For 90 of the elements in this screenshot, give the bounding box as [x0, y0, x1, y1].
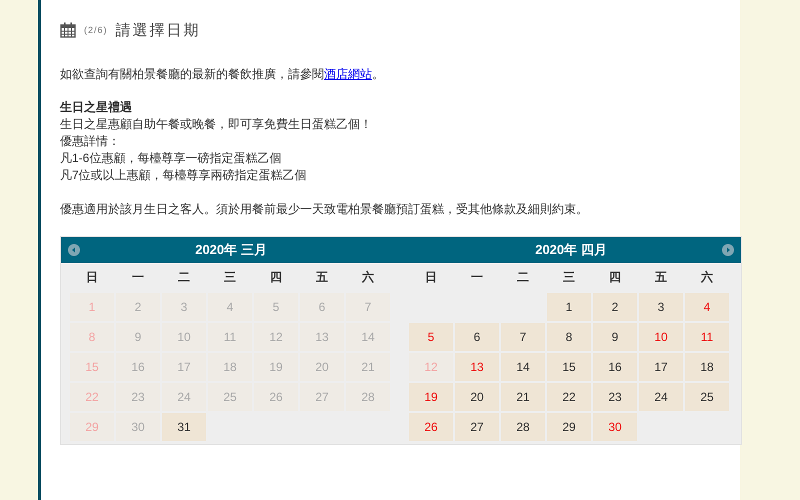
weekday-label: 五	[654, 268, 668, 286]
date-cell[interactable]: 20	[455, 383, 499, 411]
weekday-label: 一	[470, 268, 484, 286]
date-cell[interactable]: 9	[593, 323, 637, 351]
date-cell[interactable]: 25	[685, 383, 729, 411]
date-cell: 22	[70, 383, 114, 411]
date-cell: 10	[162, 323, 206, 351]
date-cell: 2	[116, 293, 160, 321]
month-title: 2020年 三月	[195, 241, 267, 259]
date-cell[interactable]: 27	[455, 413, 499, 441]
weekday-label: 二	[177, 268, 191, 286]
weekday-label: 五	[315, 268, 329, 286]
date-cell: 16	[116, 353, 160, 381]
date-cell: 14	[346, 323, 390, 351]
offer-text: 凡7位或以上惠顧，每檯尊享兩磅指定蛋糕乙個	[60, 167, 308, 184]
date-cell[interactable]: 7	[501, 323, 545, 351]
date-cell[interactable]: 8	[547, 323, 591, 351]
date-cell[interactable]: 22	[547, 383, 591, 411]
date-cell: 7	[346, 293, 390, 321]
date-cell: 18	[208, 353, 252, 381]
month-title: 2020年 四月	[535, 241, 607, 259]
step-counter: (2/6)	[84, 25, 108, 35]
next-month-icon[interactable]	[722, 244, 734, 256]
date-cell: 3	[162, 293, 206, 321]
date-cell[interactable]: 19	[409, 383, 453, 411]
weekday-label: 二	[516, 268, 530, 286]
date-cell: 24	[162, 383, 206, 411]
date-cell[interactable]: 4	[685, 293, 729, 321]
date-cell[interactable]: 5	[409, 323, 453, 351]
hotel-website-link[interactable]: 酒店網站	[324, 67, 372, 81]
date-cell[interactable]: 28	[501, 413, 545, 441]
date-cell[interactable]: 23	[593, 383, 637, 411]
date-cell: 12	[409, 353, 453, 381]
previous-month-icon[interactable]	[68, 244, 80, 256]
date-cell[interactable]: 3	[639, 293, 683, 321]
date-cell[interactable]: 11	[685, 323, 729, 351]
date-cell: 5	[254, 293, 298, 321]
offer-text: 優惠詳情：	[60, 133, 121, 150]
date-cell: 25	[208, 383, 252, 411]
date-cell[interactable]: 18	[685, 353, 729, 381]
intro-text: 如欲查詢有關柏景餐廳的最新的餐飲推廣，請參閱酒店網站。	[60, 66, 385, 83]
date-cell[interactable]: 31	[162, 413, 206, 441]
weekday-label: 日	[424, 268, 438, 286]
weekday-label: 一	[131, 268, 145, 286]
date-cell[interactable]: 21	[501, 383, 545, 411]
date-cell: 9	[116, 323, 160, 351]
terms-note: 優惠適用於該月生日之客人。須於用餐前最少一天致電柏景餐廳預訂蛋糕，受其他條款及細則約束。	[60, 201, 589, 218]
date-cell[interactable]: 30	[593, 413, 637, 441]
date-cell: 12	[254, 323, 298, 351]
date-cell: 13	[300, 323, 344, 351]
date-cell[interactable]: 29	[547, 413, 591, 441]
date-cell[interactable]: 2	[593, 293, 637, 321]
page-title: 請選擇日期	[116, 20, 201, 40]
date-cell: 21	[346, 353, 390, 381]
date-cell[interactable]: 10	[639, 323, 683, 351]
date-cell[interactable]: 1	[547, 293, 591, 321]
date-cell: 17	[162, 353, 206, 381]
date-cell: 15	[70, 353, 114, 381]
date-cell[interactable]: 14	[501, 353, 545, 381]
weekday-label: 三	[223, 268, 237, 286]
date-cell: 30	[116, 413, 160, 441]
date-cell: 23	[116, 383, 160, 411]
weekday-label: 日	[85, 268, 99, 286]
date-cell: 27	[300, 383, 344, 411]
date-cell: 19	[254, 353, 298, 381]
date-cell: 20	[300, 353, 344, 381]
offer-text: 凡1-6位惠顧，每檯尊享一磅指定蛋糕乙個	[60, 150, 282, 167]
date-cell[interactable]: 26	[409, 413, 453, 441]
date-cell[interactable]: 17	[639, 353, 683, 381]
weekday-label: 六	[360, 268, 375, 286]
weekday-label: 三	[562, 268, 576, 286]
date-cell[interactable]: 24	[639, 383, 683, 411]
weekday-label: 四	[608, 268, 622, 286]
date-cell: 6	[300, 293, 344, 321]
weekday-label: 六	[700, 268, 714, 286]
date-cell: 11	[208, 323, 252, 351]
date-cell[interactable]: 6	[455, 323, 499, 351]
date-cell: 4	[208, 293, 252, 321]
calendar-icon	[60, 22, 76, 38]
offer-heading: 生日之星禮遇	[60, 99, 133, 116]
date-cell: 1	[70, 293, 114, 321]
date-cell[interactable]: 16	[593, 353, 637, 381]
date-cell: 29	[70, 413, 114, 441]
offer-text: 生日之星惠顧自助午餐或晚餐，即可享免費生日蛋糕乙個！	[60, 116, 373, 133]
weekday-label: 四	[269, 268, 283, 286]
date-cell[interactable]: 13	[455, 353, 499, 381]
date-cell[interactable]: 15	[547, 353, 591, 381]
date-cell: 8	[70, 323, 114, 351]
date-cell: 26	[254, 383, 298, 411]
date-cell: 28	[346, 383, 390, 411]
